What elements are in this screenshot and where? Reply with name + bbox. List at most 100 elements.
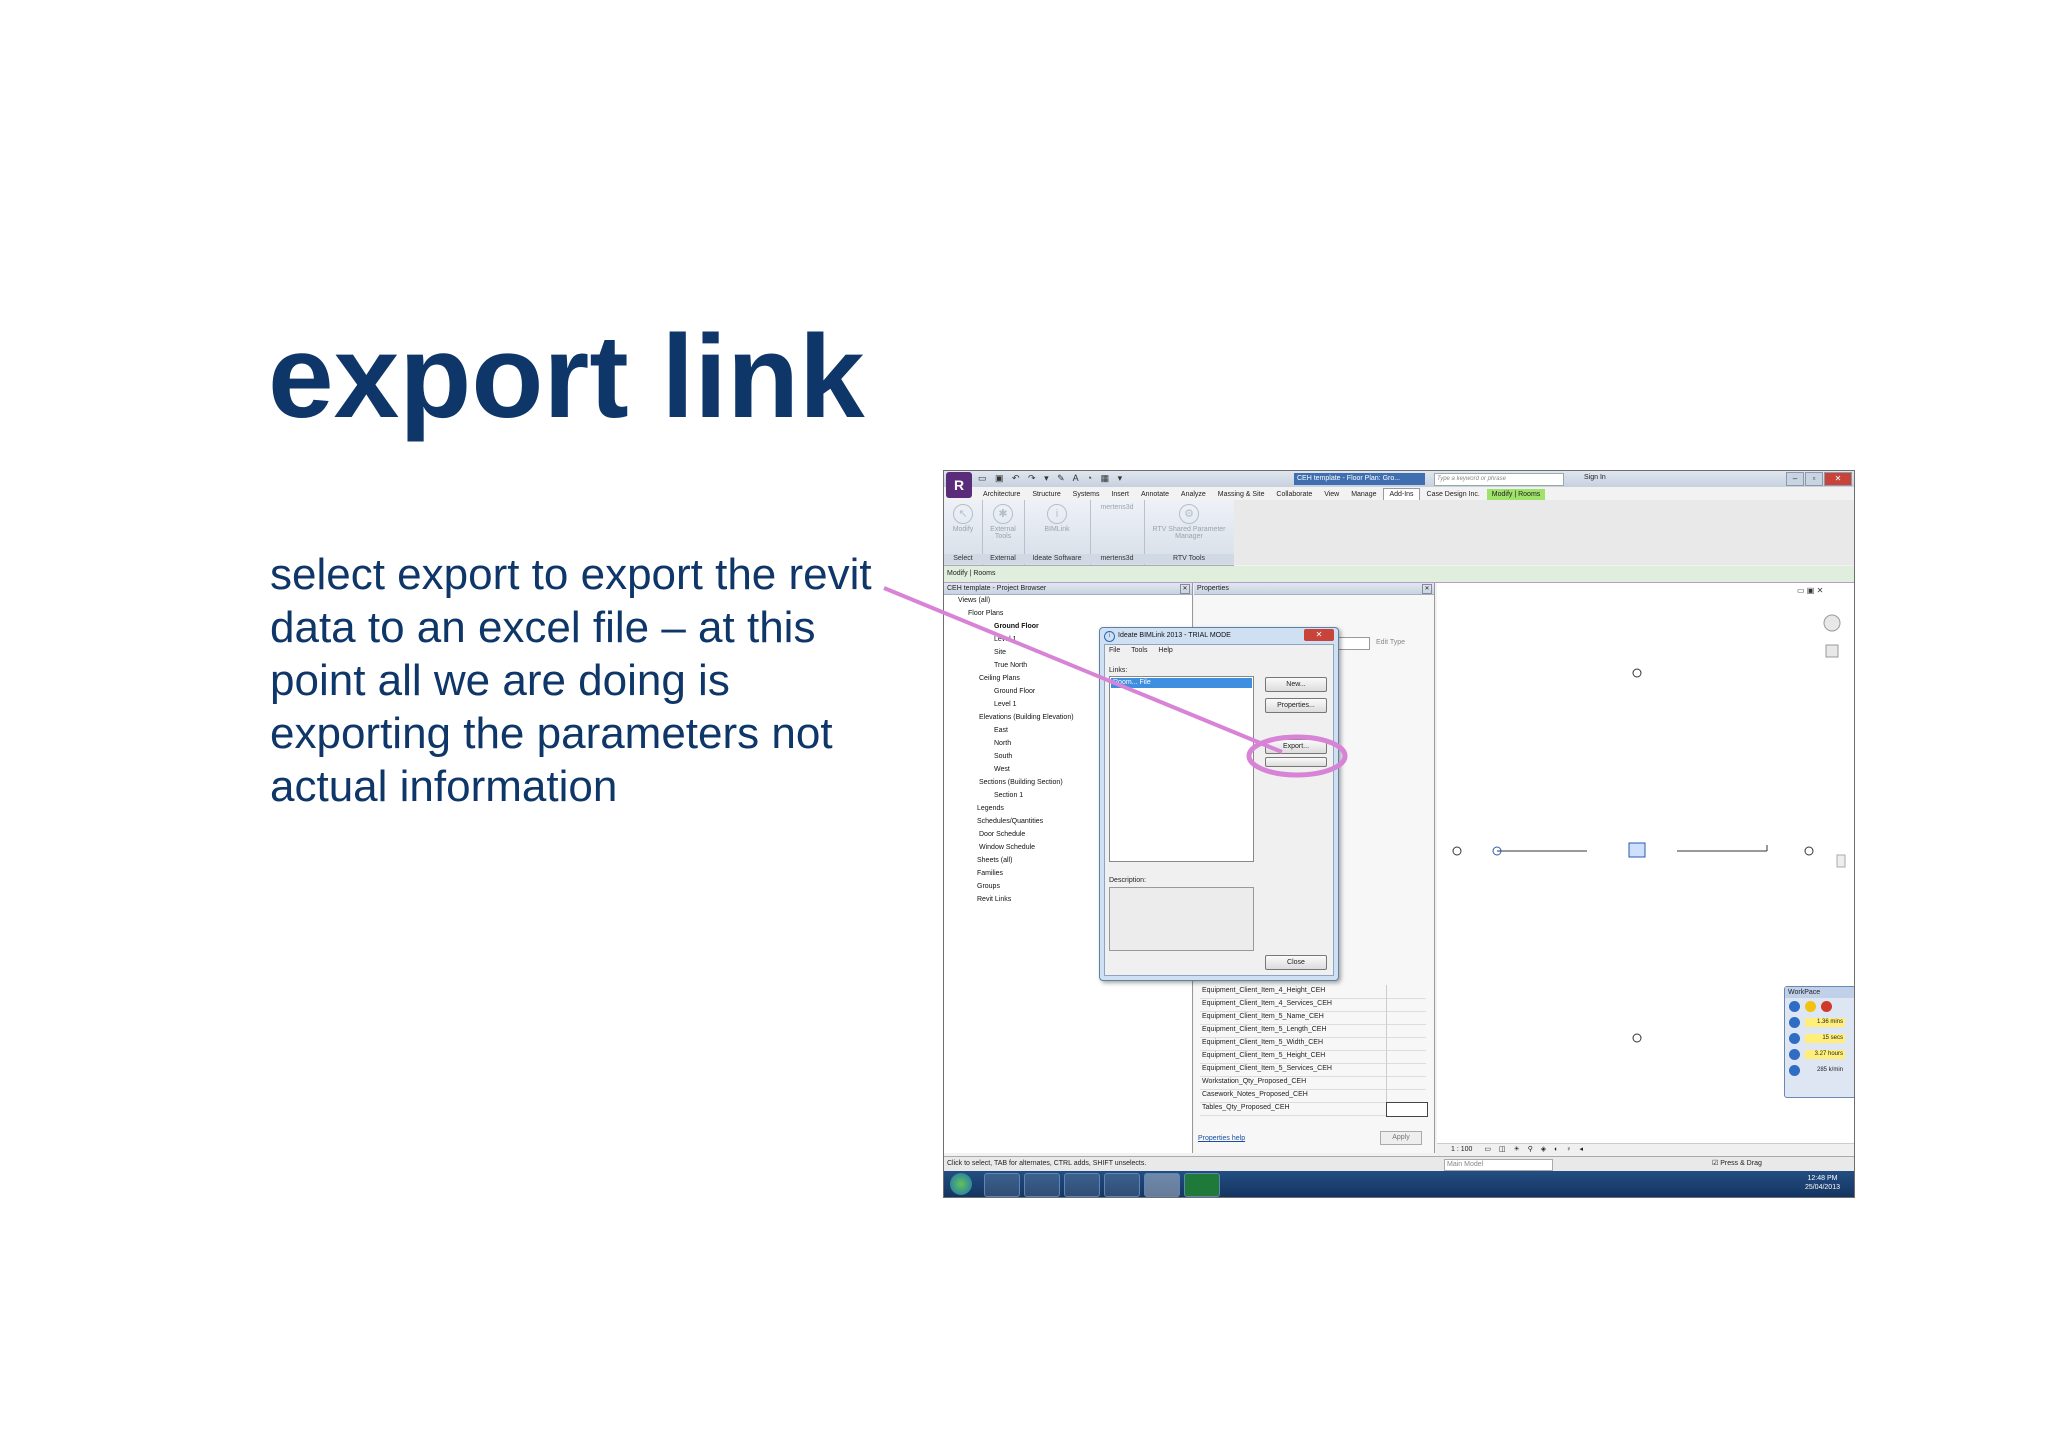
tree-item[interactable]: Legends xyxy=(977,805,1004,812)
tree-item[interactable]: Ground Floor xyxy=(994,623,1039,630)
tab-manage[interactable]: Manage xyxy=(1346,489,1381,500)
tree-item[interactable]: Section 1 xyxy=(994,792,1023,799)
windows-taskbar: 12:48 PM 25/04/2013 xyxy=(944,1171,1854,1197)
tree-item[interactable]: Groups xyxy=(977,883,1000,890)
table-row[interactable]: Equipment_Client_Item_4_Height_CEH xyxy=(1200,985,1426,999)
export-button[interactable]: Export... xyxy=(1265,739,1327,754)
taskbar-app[interactable] xyxy=(984,1173,1020,1197)
maximize-icon[interactable]: ▫ xyxy=(1805,472,1823,486)
tree-item[interactable]: Window Schedule xyxy=(979,844,1035,851)
help-icon[interactable] xyxy=(1789,1001,1800,1012)
ribbon-empty-area xyxy=(1234,500,1854,565)
table-row[interactable]: Equipment_Client_Item_5_Name_CEH xyxy=(1200,1011,1426,1025)
tab-collaborate[interactable]: Collaborate xyxy=(1271,489,1317,500)
press-drag-toggle[interactable]: ☑ Press & Drag xyxy=(1712,1157,1762,1171)
menu-help[interactable]: Help xyxy=(1158,647,1172,654)
rtv-shared-parameter-button[interactable]: ⚙ RTV Shared Parameter Manager xyxy=(1148,504,1230,540)
system-clock[interactable]: 12:48 PM 25/04/2013 xyxy=(1805,1174,1840,1192)
minimize-icon[interactable]: – xyxy=(1786,472,1804,486)
menu-tools[interactable]: Tools xyxy=(1131,647,1147,654)
tree-item[interactable]: Sheets (all) xyxy=(977,857,1012,864)
start-button[interactable] xyxy=(950,1173,972,1195)
tree-item[interactable]: East xyxy=(994,727,1008,734)
tree-item[interactable]: Sections (Building Section) xyxy=(979,779,1063,786)
next-icon[interactable] xyxy=(1789,1049,1800,1060)
revit-screenshot: R ▭ ▣ ↶ ↷ ▾ ✎ A ◔ ▦ ▾ CEH template - Flo… xyxy=(943,470,1855,1198)
pause-icon[interactable] xyxy=(1789,1017,1800,1028)
tree-item[interactable]: Schedules/Quantities xyxy=(977,818,1043,825)
taskbar-app-revit[interactable] xyxy=(1144,1173,1180,1197)
tree-item[interactable]: Level 1 xyxy=(994,701,1017,708)
taskbar-app[interactable] xyxy=(1064,1173,1100,1197)
tree-item[interactable]: Door Schedule xyxy=(979,831,1025,838)
quick-access-icons[interactable]: ▭ ▣ ↶ ↷ ▾ ✎ A ◔ ▦ ▾ xyxy=(978,473,1125,484)
taskbar-app-excel[interactable] xyxy=(1184,1173,1220,1197)
tree-item[interactable]: Ceiling Plans xyxy=(979,675,1020,682)
timer-icon[interactable] xyxy=(1789,1033,1800,1044)
external-tools-button[interactable]: ✱ External Tools xyxy=(986,504,1020,540)
tab-view[interactable]: View xyxy=(1319,489,1344,500)
table-row[interactable]: Equipment_Client_Item_4_Services_CEH xyxy=(1200,998,1426,1012)
bimlink-button[interactable]: i BIMLink xyxy=(1028,504,1086,533)
application-menu-button[interactable]: R xyxy=(946,472,972,498)
tab-case-design[interactable]: Case Design Inc. xyxy=(1422,489,1485,500)
close-icon[interactable]: ✕ xyxy=(1180,584,1190,594)
apply-button[interactable]: Apply xyxy=(1380,1131,1422,1145)
search-input[interactable]: Type a keyword or phrase xyxy=(1434,473,1564,486)
edit-type-button[interactable]: Edit Type xyxy=(1376,639,1405,646)
taskbar-app[interactable] xyxy=(1104,1173,1140,1197)
table-row[interactable]: Tables_Qty_Proposed_CEH xyxy=(1200,1102,1428,1117)
tree-item[interactable]: Site xyxy=(994,649,1006,656)
sign-in-link[interactable]: Sign In xyxy=(1584,474,1606,481)
workpace-icons[interactable] xyxy=(1785,998,1854,1014)
view-scale[interactable]: 1 : 100 xyxy=(1451,1146,1472,1153)
taskbar-app[interactable] xyxy=(1024,1173,1060,1197)
table-row[interactable]: Workstation_Qty_Proposed_CEH xyxy=(1200,1076,1426,1090)
tree-item[interactable]: South xyxy=(994,753,1012,760)
smiley-icon[interactable] xyxy=(1805,1001,1816,1012)
tree-item[interactable]: North xyxy=(994,740,1011,747)
modify-button[interactable]: ↖ Modify xyxy=(948,504,978,533)
menu-file[interactable]: File xyxy=(1109,647,1120,654)
tree-item[interactable]: Elevations (Building Elevation) xyxy=(979,714,1074,721)
table-row[interactable]: Equipment_Client_Item_5_Length_CEH xyxy=(1200,1024,1426,1038)
tab-annotate[interactable]: Annotate xyxy=(1136,489,1174,500)
close-icon[interactable]: ✕ xyxy=(1422,584,1432,594)
new-button[interactable]: New... xyxy=(1265,677,1327,692)
tab-insert[interactable]: Insert xyxy=(1106,489,1134,500)
tab-systems[interactable]: Systems xyxy=(1068,489,1105,500)
mertens3d-button[interactable]: mertens3d xyxy=(1094,504,1140,511)
tree-item[interactable]: Floor Plans xyxy=(968,610,1003,617)
body-line: point all we are doing is xyxy=(270,656,730,705)
tab-analyze[interactable]: Analyze xyxy=(1176,489,1211,500)
table-row[interactable]: Casework_Notes_Proposed_CEH xyxy=(1200,1089,1426,1103)
table-row[interactable]: Equipment_Client_Item_5_Services_CEH xyxy=(1200,1063,1426,1077)
tab-modify-rooms[interactable]: Modify | Rooms xyxy=(1486,489,1546,500)
list-item[interactable]: Room... File xyxy=(1111,678,1252,688)
close-icon[interactable]: ✕ xyxy=(1824,472,1852,486)
tree-item[interactable]: Families xyxy=(977,870,1003,877)
table-row[interactable]: Equipment_Client_Item_5_Height_CEH xyxy=(1200,1050,1426,1064)
tree-item[interactable]: Revit Links xyxy=(977,896,1011,903)
tree-item[interactable]: West xyxy=(994,766,1010,773)
tree-item[interactable]: Ground Floor xyxy=(994,688,1035,695)
stop-icon[interactable] xyxy=(1821,1001,1832,1012)
tab-architecture[interactable]: Architecture xyxy=(978,489,1025,500)
properties-help-link[interactable]: Properties help xyxy=(1198,1135,1245,1142)
tree-item[interactable]: Level 1 xyxy=(994,636,1017,643)
close-icon[interactable]: ✕ xyxy=(1304,629,1334,641)
links-list[interactable]: Room... File xyxy=(1109,676,1254,862)
workpace-row: 1.36 mins xyxy=(1785,1014,1854,1030)
import-button[interactable] xyxy=(1265,757,1327,767)
tree-item[interactable]: Views (all) xyxy=(958,597,990,604)
table-row[interactable]: Equipment_Client_Item_5_Width_CEH xyxy=(1200,1037,1426,1051)
close-button[interactable]: Close xyxy=(1265,955,1327,970)
properties-header: Properties ✕ xyxy=(1194,583,1434,595)
properties-button[interactable]: Properties... xyxy=(1265,698,1327,713)
view-control-icons[interactable]: ▭ ◫ ☀ ⚲ ◈ ◐ ♀ ◂ xyxy=(1484,1146,1586,1153)
model-selector[interactable]: Main Model xyxy=(1444,1159,1553,1171)
forward-icon[interactable] xyxy=(1789,1065,1800,1076)
tab-structure[interactable]: Structure xyxy=(1027,489,1065,500)
tab-massing-site[interactable]: Massing & Site xyxy=(1213,489,1270,500)
tree-item[interactable]: True North xyxy=(994,662,1027,669)
